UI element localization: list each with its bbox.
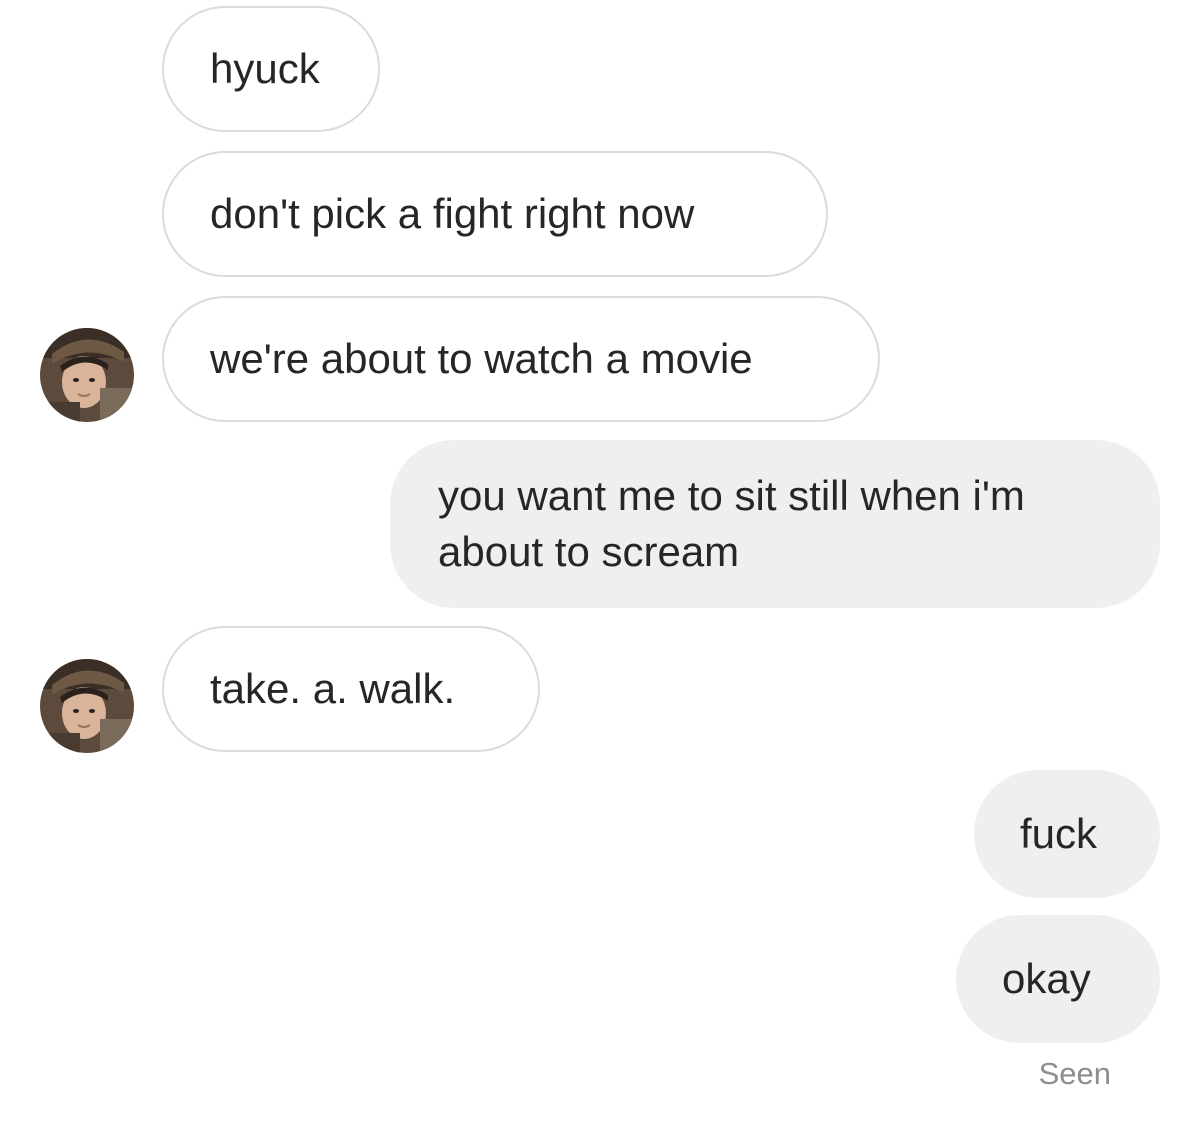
sender-avatar-icon[interactable] <box>40 328 134 422</box>
outgoing-message-bubble[interactable]: fuck <box>974 770 1160 898</box>
seen-status: Seen <box>1038 1056 1111 1091</box>
sender-avatar-icon[interactable] <box>40 659 134 753</box>
outgoing-message-bubble[interactable]: you want me to sit still when i'm about … <box>390 440 1160 608</box>
message-text: don't pick a fight right now <box>210 190 695 237</box>
incoming-message-bubble[interactable]: don't pick a fight right now <box>162 151 828 277</box>
outgoing-message-bubble[interactable]: okay <box>956 915 1160 1043</box>
profile-photo-icon <box>40 659 134 753</box>
profile-photo-icon <box>40 328 134 422</box>
message-text: we're about to watch a movie <box>210 335 753 382</box>
message-text: hyuck <box>210 45 320 92</box>
incoming-message-bubble[interactable]: take. a. walk. <box>162 626 540 752</box>
incoming-message-bubble[interactable]: hyuck <box>162 6 380 132</box>
message-thread[interactable]: hyuck don't pick a fight right now we're… <box>0 0 1200 1123</box>
message-text: take. a. walk. <box>210 665 456 712</box>
incoming-message-bubble[interactable]: we're about to watch a movie <box>162 296 880 422</box>
message-text: okay <box>1002 955 1091 1002</box>
message-text: fuck <box>1020 810 1098 857</box>
message-text: you want me to sit still when i'm about … <box>438 472 1025 575</box>
